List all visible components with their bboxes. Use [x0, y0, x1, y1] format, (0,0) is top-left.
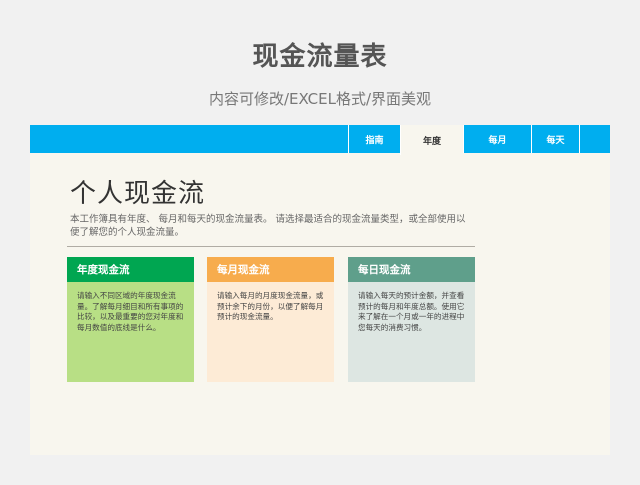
card-body: 请输入每天的预计金额，并查看预计的每月和年度总额。使用它来了解在一个月或一年的进… [358, 291, 465, 332]
tab-yearly[interactable]: 年度 [400, 125, 463, 155]
page-subtitle: 内容可修改/EXCEL格式/界面美观 [208, 90, 432, 108]
card-monthly: 每月现金流 请输入每月的月度现金流量，或预计余下的月份，以便了解每月预计的现金流… [207, 257, 334, 382]
page-title: 现金流量表 [252, 42, 388, 72]
tab-monthly[interactable]: 每月 [463, 125, 531, 153]
card-daily: 每日现金流 请输入每天的预计金额，并查看预计的每月和年度总额。使用它来了解在一个… [348, 257, 475, 382]
worksheet: 指南 年度 每月 每天 个人现金流 本工作簿具有年度、 每月和每天的现金流量表。… [30, 125, 610, 455]
card-title: 每日现金流 [348, 257, 475, 282]
card-title: 年度现金流 [67, 257, 194, 282]
card-body: 请输入不同区域的年度现金流量。了解每月细目和所有事项的比较，以及最重要的您对年度… [77, 291, 184, 332]
tab-extra[interactable] [579, 125, 610, 153]
tab-guide[interactable]: 指南 [348, 125, 400, 153]
card-title: 每月现金流 [207, 257, 334, 282]
tab-bar: 指南 年度 每月 每天 [30, 125, 610, 155]
tab-daily[interactable]: 每天 [531, 125, 579, 153]
card-yearly: 年度现金流 请输入不同区域的年度现金流量。了解每月细目和所有事项的比较，以及最重… [67, 257, 194, 382]
card-body: 请输入每月的月度现金流量，或预计余下的月份，以便了解每月预计的现金流量。 [217, 291, 324, 321]
sheet-title: 个人现金流 [70, 179, 206, 209]
divider [67, 246, 475, 247]
sheet-description: 本工作簿具有年度、 每月和每天的现金流量表。 请选择最适合的现金流量类型，或全部… [70, 214, 466, 238]
